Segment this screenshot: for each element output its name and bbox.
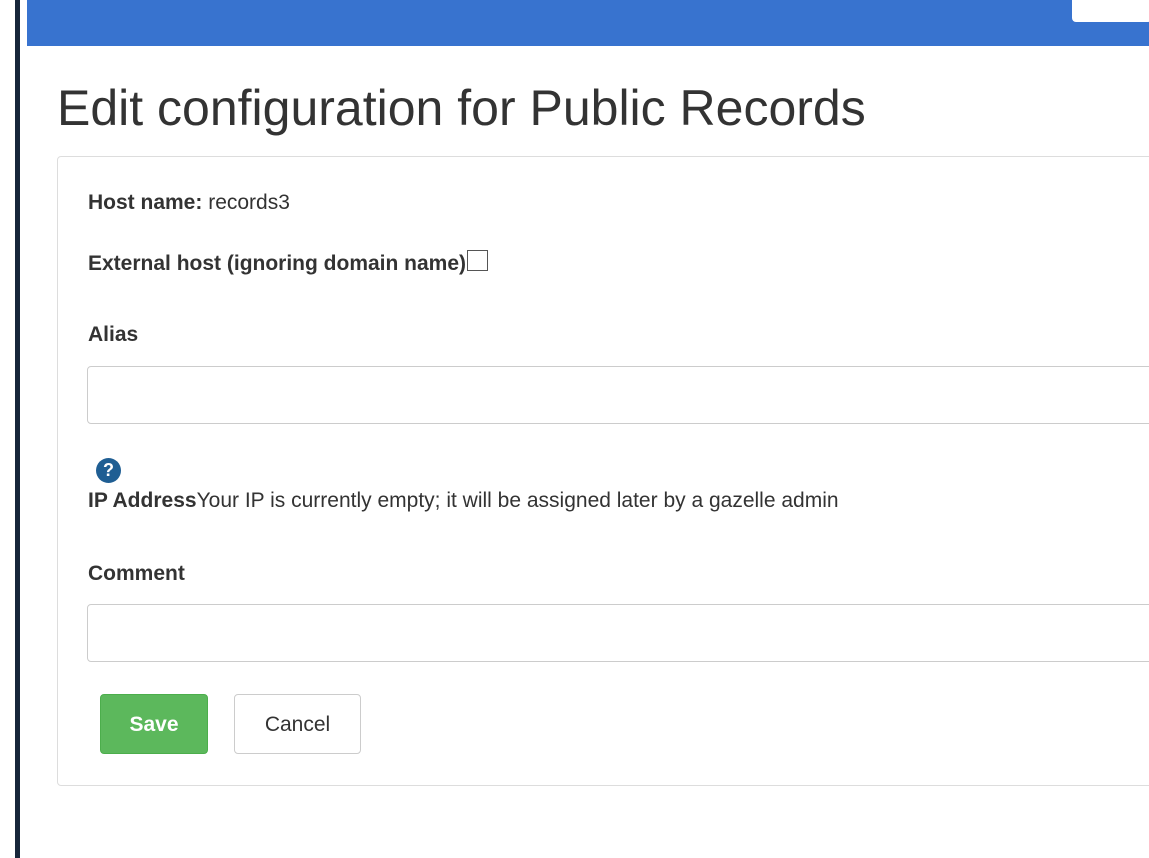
navbar-search-box[interactable] — [1072, 0, 1149, 22]
host-name-row: Host name: records3 — [88, 191, 290, 215]
external-host-row: External host (ignoring domain name) — [88, 250, 489, 276]
cancel-button[interactable]: Cancel — [234, 694, 361, 754]
top-navbar — [27, 0, 1149, 46]
question-circle-icon[interactable]: ? — [96, 458, 121, 483]
ip-address-status: Your IP is currently empty; it will be a… — [196, 489, 839, 512]
ip-address-row: IP AddressYour IP is currently empty; it… — [88, 489, 839, 513]
external-host-checkbox[interactable] — [467, 250, 489, 271]
window-left-border — [15, 0, 20, 858]
save-button[interactable]: Save — [100, 694, 208, 754]
window-left-edge — [0, 0, 20, 858]
host-name-label: Host name: — [88, 191, 203, 214]
page-title: Edit configuration for Public Records — [57, 80, 866, 136]
comment-label: Comment — [88, 562, 185, 585]
host-name-value: records3 — [208, 191, 290, 214]
alias-label: Alias — [88, 323, 139, 346]
ip-address-label: IP Address — [88, 489, 197, 512]
external-host-label: External host (ignoring domain name) — [88, 252, 467, 275]
alias-input[interactable] — [87, 366, 1149, 424]
comment-input[interactable] — [87, 604, 1149, 662]
